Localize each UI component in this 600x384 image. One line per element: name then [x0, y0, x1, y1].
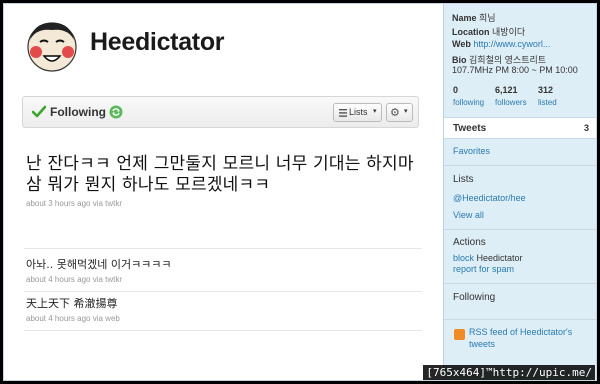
stat-followers[interactable]: 6,121 followers — [495, 85, 527, 107]
tweets-label: Tweets — [453, 123, 487, 134]
stat-following[interactable]: 0 following — [453, 85, 484, 107]
lists-heading: Lists — [453, 174, 474, 185]
bio-value-2: 107.7MHz PM 8:00 ~ PM 10:00 — [452, 65, 578, 75]
location-row: Location 내방이다 — [452, 25, 525, 38]
avatar[interactable] — [24, 18, 80, 74]
stat-number: 312 — [538, 85, 554, 95]
bio-row-2: 107.7MHz PM 8:00 ~ PM 10:00 — [452, 65, 578, 75]
location-value: 내방이다 — [492, 27, 526, 37]
refresh-icon[interactable] — [109, 105, 123, 119]
tweet-item: 난 잔다ㅋㅋ 언제 그만둘지 모르니 너무 기대는 하지마삼 뭐가 뭔지 하나도… — [26, 154, 422, 208]
following-label[interactable]: Following — [50, 105, 106, 119]
lists-button-label: Lists — [349, 107, 368, 117]
sidebar-item-tweets[interactable]: Tweets 3 — [444, 117, 596, 139]
block-row: block Heedictator — [453, 253, 523, 263]
main-column: Heedictator Following Lists ▾ ⚙ ▾ 난 잔다ㅋㅋ… — [4, 4, 443, 380]
block-name: Heedictator — [476, 253, 523, 263]
stat-label: following — [453, 98, 485, 107]
view-all-link[interactable]: View all — [453, 210, 484, 220]
list-icon — [339, 109, 347, 117]
divider — [444, 283, 596, 284]
name-row: Name 희님 — [452, 11, 496, 24]
lists-dropdown-button[interactable]: Lists ▾ — [333, 103, 382, 122]
stat-label: followers — [495, 98, 527, 107]
bio-value: 김희철의 영스트리트 — [469, 55, 547, 65]
report-spam-link[interactable]: report for spam — [453, 264, 514, 274]
gear-icon: ⚙ — [390, 106, 400, 119]
divider — [444, 319, 596, 320]
chevron-down-icon: ▾ — [404, 107, 408, 115]
divider — [24, 291, 422, 292]
divider — [444, 229, 596, 230]
tweet-text: 天上天下 希澈揚尊 — [26, 297, 118, 310]
name-label: Name — [452, 13, 477, 23]
actions-heading: Actions — [453, 237, 486, 248]
location-label: Location — [452, 27, 490, 37]
rss-icon — [454, 329, 465, 340]
web-label: Web — [452, 39, 471, 49]
web-row: Web http://www.cyworl... — [452, 39, 550, 49]
name-value: 희님 — [479, 13, 496, 23]
browser-frame: Heedictator Following Lists ▾ ⚙ ▾ 난 잔다ㅋㅋ… — [3, 3, 597, 381]
chevron-down-icon: ▾ — [373, 108, 377, 115]
stat-number: 0 — [453, 85, 459, 95]
tweets-count: 3 — [583, 123, 589, 133]
bio-label: Bio — [452, 55, 467, 65]
tweet-meta[interactable]: about 4 hours ago via twtkr — [26, 275, 422, 284]
profile-sidebar: Name 희님 Location 내방이다 Web http://www.cyw… — [443, 4, 596, 380]
divider — [444, 165, 596, 166]
tweet-meta[interactable]: about 3 hours ago via twtkr — [26, 199, 422, 208]
divider — [24, 330, 422, 331]
tweet-item: 아놔.. 못해먹겠네 이거ㅋㅋㅋㅋ about 4 hours ago via … — [26, 258, 422, 284]
stat-listed[interactable]: 312 listed — [538, 85, 557, 107]
web-link[interactable]: http://www.cyworl... — [473, 39, 550, 49]
sidebar-item-favorites[interactable]: Favorites — [453, 146, 490, 156]
stat-label: listed — [538, 98, 557, 107]
tweet-text: 아놔.. 못해먹겠네 이거ㅋㅋㅋㅋ — [26, 258, 172, 271]
tweet-item: 天上天下 希澈揚尊 about 4 hours ago via web — [26, 297, 422, 323]
rss-feed-link[interactable]: RSS feed of Heedictator's — [469, 327, 572, 337]
following-heading: Following — [453, 292, 496, 303]
following-bar: Following Lists ▾ ⚙ ▾ — [22, 96, 419, 128]
block-link[interactable]: block — [453, 253, 474, 263]
stat-number: 6,121 — [495, 85, 518, 95]
divider — [24, 248, 422, 249]
tweet-text: 난 잔다ㅋㅋ 언제 그만둘지 모르니 너무 기대는 하지마삼 뭐가 뭔지 하나도… — [26, 154, 414, 195]
watermark: [765x464]™http://upic.me/ — [423, 365, 595, 380]
tweet-meta[interactable]: about 4 hours ago via web — [26, 314, 422, 323]
profile-name: Heedictator — [90, 28, 225, 56]
check-icon — [32, 105, 46, 118]
actions-dropdown-button[interactable]: ⚙ ▾ — [386, 103, 413, 122]
rss-feed-link-2[interactable]: tweets — [469, 339, 495, 349]
list-link[interactable]: @Heedictator/hee — [453, 193, 526, 203]
